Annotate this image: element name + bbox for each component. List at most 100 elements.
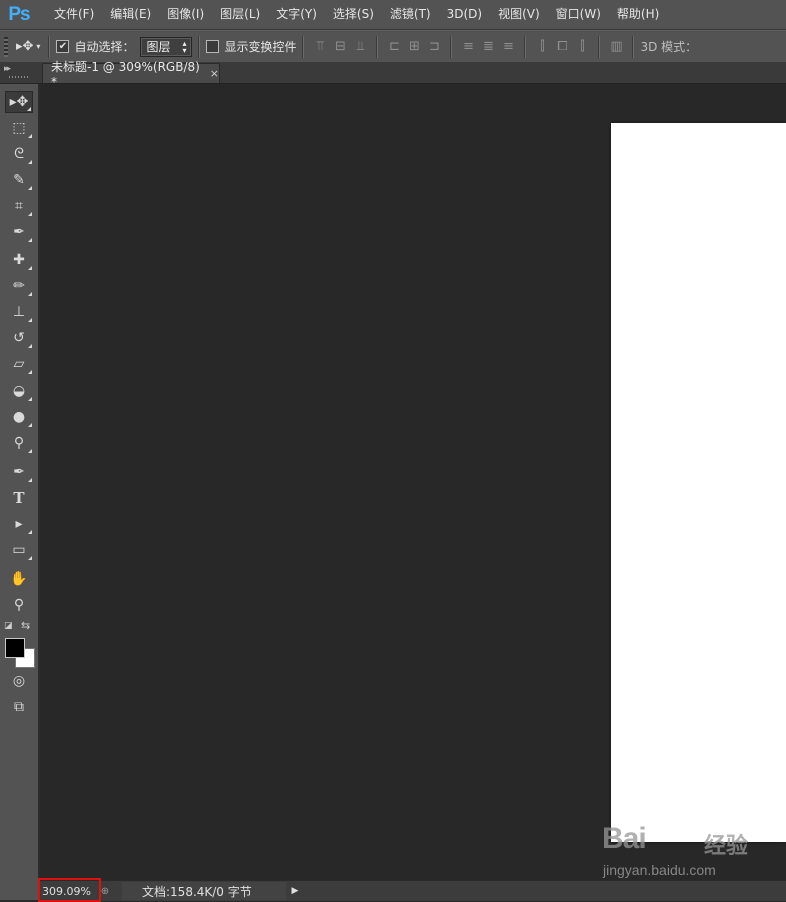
- photoshop-logo: Ps: [8, 3, 30, 25]
- lasso-icon: ᘓ: [14, 146, 24, 162]
- healing-brush-icon: ✚: [13, 252, 25, 268]
- blur-icon: ●: [12, 409, 26, 425]
- show-transform-checkbox[interactable]: [206, 40, 220, 53]
- workspace: [40, 84, 786, 880]
- toolbar-header: ▸▸: [0, 62, 40, 84]
- menu-3d[interactable]: 3D(D): [439, 0, 490, 29]
- divider: [450, 35, 453, 58]
- menu-view[interactable]: 视图(V): [490, 0, 548, 29]
- rectangular-marquee-icon: ⬚: [12, 120, 26, 136]
- divider: [632, 35, 635, 58]
- submenu-indicator: [28, 318, 32, 322]
- align-vcenter-icon[interactable]: ⊟: [330, 37, 350, 57]
- chevron-down-icon: ▾: [36, 42, 41, 51]
- auto-select-label: 自动选择：: [74, 40, 135, 54]
- menu-select[interactable]: 选择(S): [325, 0, 382, 29]
- menu-help[interactable]: 帮助(H): [609, 0, 667, 29]
- menu-type[interactable]: 文字(Y): [268, 0, 325, 29]
- submenu-indicator: [28, 134, 32, 138]
- quick-mask-icon: ◎: [12, 673, 26, 689]
- dodge-tool[interactable]: ⚲: [5, 432, 33, 454]
- submenu-indicator: [28, 397, 32, 401]
- align-left-icon[interactable]: ⊏: [384, 37, 404, 57]
- menu-layer[interactable]: 图层(L): [212, 0, 268, 29]
- panel-grip[interactable]: [9, 76, 29, 78]
- shape-icon: ▭: [12, 542, 26, 558]
- distribute-left-icon[interactable]: ⫿: [532, 37, 552, 57]
- distribute-top-icon[interactable]: ≡: [458, 37, 478, 57]
- menu-image[interactable]: 图像(I): [159, 0, 212, 29]
- auto-select-value: 图层: [146, 40, 171, 54]
- blur-tool[interactable]: ●: [5, 406, 33, 428]
- quick-selection-tool[interactable]: ✎: [5, 169, 33, 191]
- distribute-bottom-icon[interactable]: ≡: [498, 37, 518, 57]
- menu-filter[interactable]: 滤镜(T): [382, 0, 439, 29]
- document-tab[interactable]: 未标题-1 @ 309%(RGB/8) * ×: [42, 60, 220, 89]
- align-hcenter-icon[interactable]: ⊞: [404, 37, 424, 57]
- show-transform-label: 显示变换控件: [224, 40, 297, 54]
- distribute-right-icon[interactable]: ⫿: [572, 37, 592, 57]
- submenu-indicator: [28, 344, 32, 348]
- expand-panel-icon[interactable]: ▸▸: [4, 64, 11, 74]
- close-icon[interactable]: ×: [210, 67, 219, 80]
- status-menu-arrow-icon[interactable]: ▶: [288, 882, 302, 900]
- quick-selection-icon: ✎: [13, 172, 25, 188]
- submenu-indicator: [28, 556, 32, 560]
- hand-tool[interactable]: ✋: [5, 568, 33, 590]
- menu-file[interactable]: 文件(F): [46, 0, 102, 29]
- pen-icon: ✒: [13, 464, 25, 480]
- submenu-indicator: [28, 292, 32, 296]
- distribute-vcenter-icon[interactable]: ≣: [478, 37, 498, 57]
- document-canvas[interactable]: [611, 123, 786, 842]
- shape-tool[interactable]: ▭: [5, 539, 33, 561]
- crop-tool[interactable]: ⌗: [5, 195, 33, 217]
- quick-mask-button[interactable]: ◎: [5, 670, 33, 692]
- align-bottom-icon[interactable]: ⫫: [350, 37, 370, 57]
- brush-icon: ✏: [13, 278, 25, 294]
- pen-tool[interactable]: ✒: [5, 461, 33, 483]
- auto-align-icon[interactable]: ▥: [606, 37, 626, 57]
- divider: [302, 35, 305, 58]
- align-top-icon[interactable]: ⫪: [310, 37, 330, 57]
- submenu-indicator: [28, 530, 32, 534]
- history-brush-tool[interactable]: ↺: [5, 327, 33, 349]
- menu-window[interactable]: 窗口(W): [548, 0, 609, 29]
- align-right-icon[interactable]: ⊐: [424, 37, 444, 57]
- type-icon: T: [13, 489, 25, 507]
- divider: [376, 35, 379, 58]
- clone-stamp-tool[interactable]: ⊥: [5, 301, 33, 323]
- rectangular-marquee-tool[interactable]: ⬚: [5, 117, 33, 139]
- document-info[interactable]: 文档:158.4K/0 字节: [122, 882, 286, 900]
- zoom-icon: ⚲: [13, 597, 25, 613]
- menu-edit[interactable]: 编辑(E): [102, 0, 159, 29]
- lasso-tool[interactable]: ᘓ: [5, 143, 33, 165]
- type-tool[interactable]: T: [5, 487, 33, 509]
- default-colors-icon[interactable]: ◪: [4, 621, 14, 631]
- paint-bucket-icon: ◒: [12, 383, 26, 399]
- eyedropper-tool[interactable]: ✒: [5, 221, 33, 243]
- auto-select-checkbox[interactable]: ✔: [56, 40, 70, 53]
- zoom-level[interactable]: 309.09%: [38, 878, 101, 902]
- tool-preset-picker[interactable]: ▸✥ ▾: [16, 39, 40, 54]
- foreground-color-swatch[interactable]: [5, 638, 25, 658]
- swap-colors-icon[interactable]: ⇆: [21, 619, 30, 632]
- screen-mode-button[interactable]: ⧉: [5, 696, 33, 718]
- watermark-url: jingyan.baidu.com: [603, 862, 716, 878]
- healing-brush-tool[interactable]: ✚: [5, 249, 33, 271]
- auto-select-dropdown[interactable]: 图层 ▴ ▾: [140, 36, 193, 57]
- path-selection-tool[interactable]: ▸: [5, 513, 33, 535]
- move-tool[interactable]: ▸✥: [5, 91, 33, 113]
- crop-icon: ⌗: [15, 198, 23, 214]
- divider: [598, 35, 601, 58]
- eraser-tool[interactable]: ▱: [5, 353, 33, 375]
- menu-bar: Ps 文件(F) 编辑(E) 图像(I) 图层(L) 文字(Y) 选择(S) 滤…: [0, 0, 786, 30]
- paint-bucket-tool[interactable]: ◒: [5, 380, 33, 402]
- brush-tool[interactable]: ✏: [5, 275, 33, 297]
- history-brush-icon: ↺: [13, 330, 25, 346]
- zoom-tool[interactable]: ⚲: [5, 594, 33, 616]
- submenu-indicator: [28, 266, 32, 270]
- options-bar-grip[interactable]: [4, 36, 8, 57]
- distribute-hcenter-icon[interactable]: ⧠: [552, 37, 572, 57]
- submenu-indicator: [28, 449, 32, 453]
- watermark-cn: 经验: [704, 834, 749, 859]
